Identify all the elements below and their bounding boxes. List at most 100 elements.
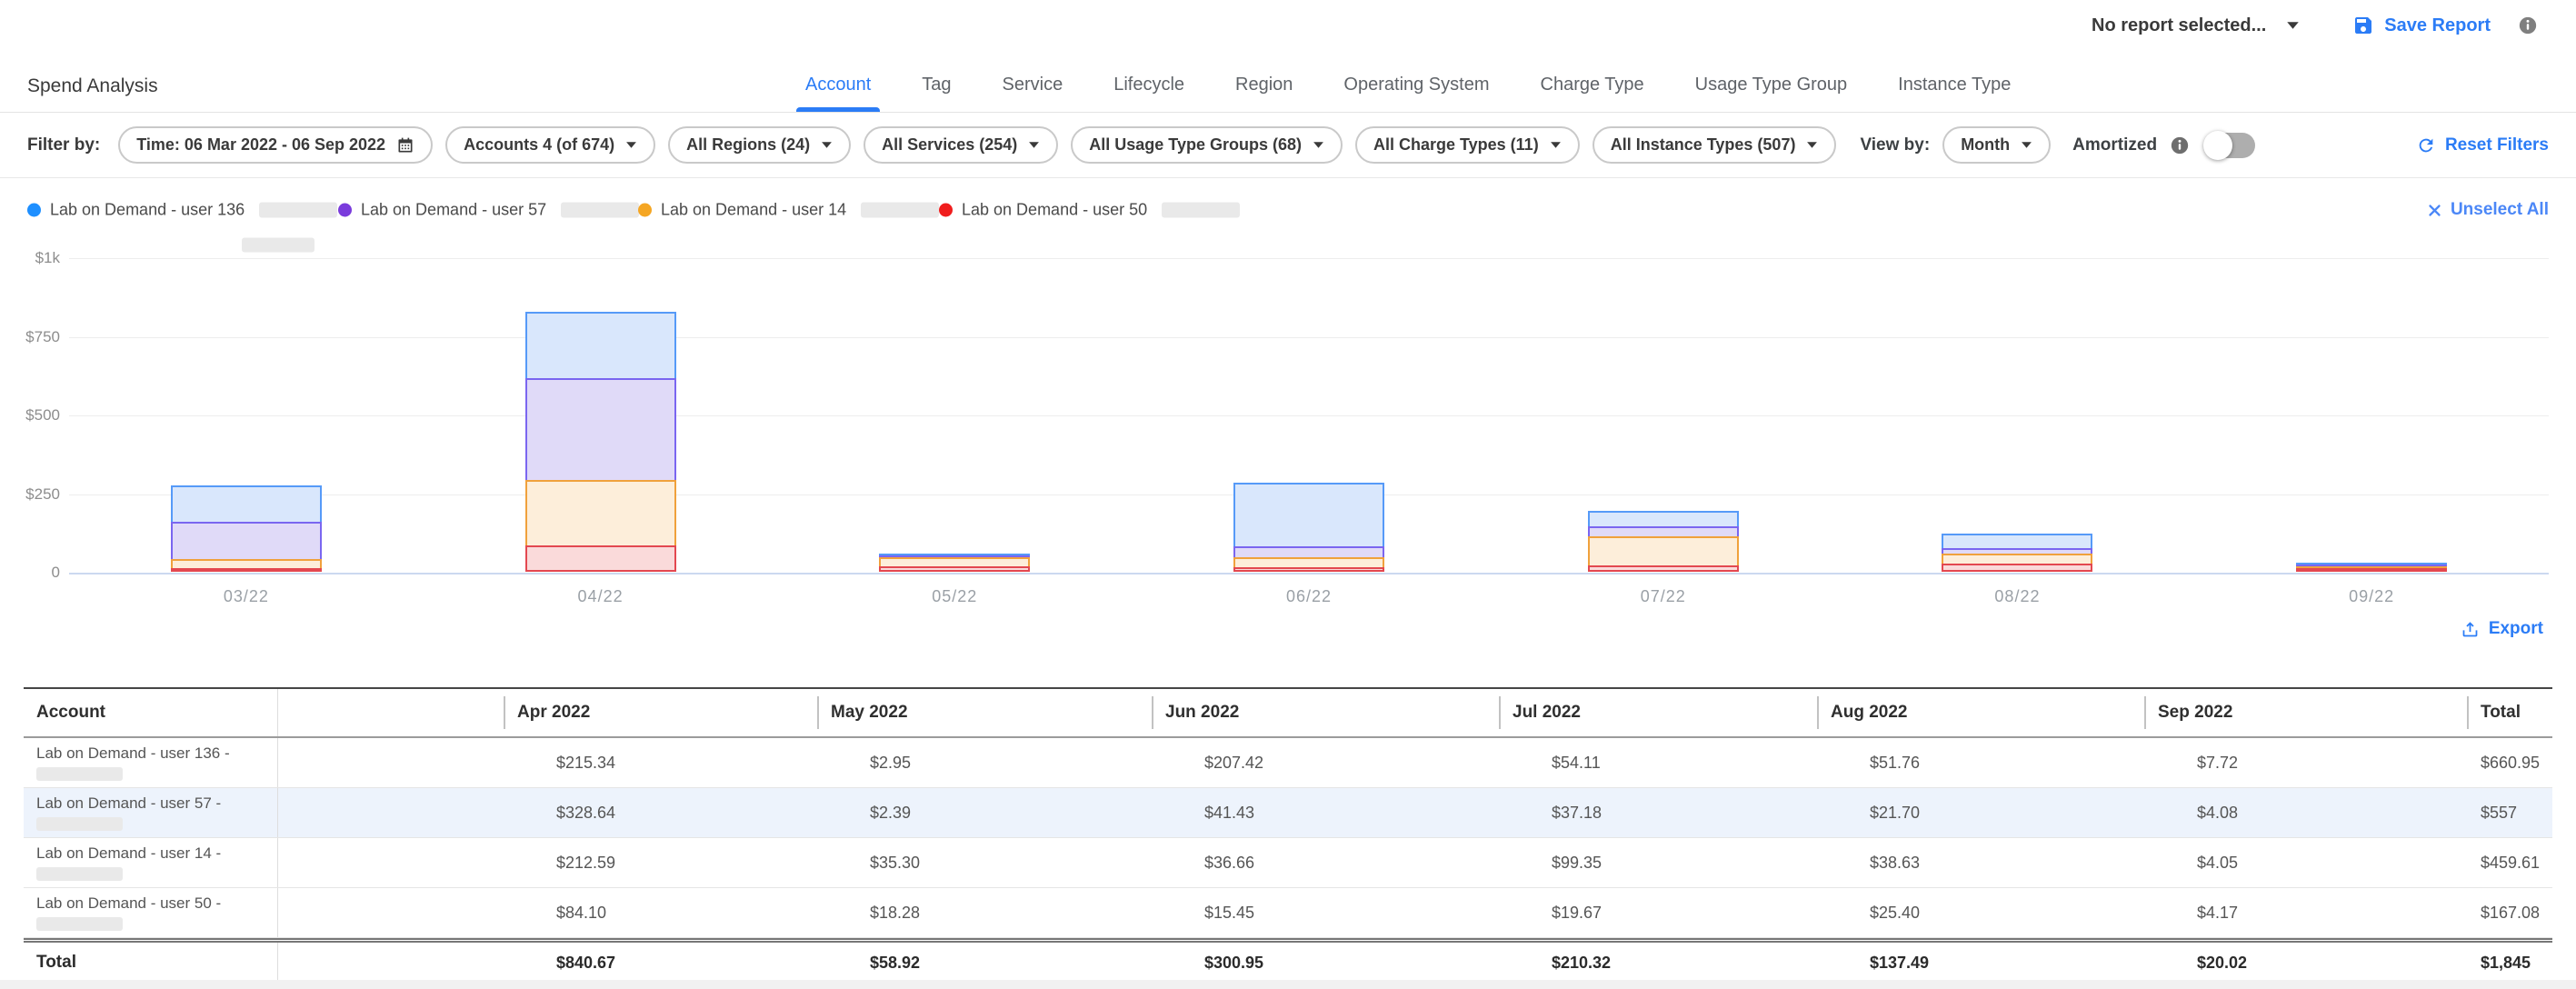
legend-item-lab-on-demand-user-57[interactable]: Lab on Demand - user 57	[338, 201, 639, 220]
account-name: Lab on Demand - user 14 -	[36, 844, 277, 863]
account-cell: Lab on Demand - user 136 -	[24, 738, 278, 787]
bar-segment-lab-on-demand-user-50[interactable]	[1233, 567, 1384, 572]
cell-apr-2022: $84.10	[504, 904, 817, 923]
legend-item-label: Lab on Demand - user 57	[361, 201, 546, 220]
bars-layer	[69, 258, 2549, 572]
reset-filters-label: Reset Filters	[2445, 135, 2549, 155]
bar-segment-lab-on-demand-user-50[interactable]	[1588, 565, 1739, 572]
bar-group-05-22	[777, 554, 1132, 572]
filter-pills: Time: 06 Mar 2022 - 06 Sep 2022 Accounts …	[118, 126, 1836, 164]
caret-down-icon	[625, 141, 637, 149]
bar-segment-lab-on-demand-user-57[interactable]	[171, 522, 322, 561]
bar-segment-lab-on-demand-user-50[interactable]	[1942, 564, 2092, 572]
account-cell: Lab on Demand - user 14 -	[24, 838, 278, 887]
col-header-total: Total	[2467, 703, 2552, 723]
cell-may-2022: $35.30	[817, 854, 1152, 873]
bar-segment-lab-on-demand-user-14[interactable]	[525, 480, 676, 547]
filter-pill-accounts[interactable]: Accounts 4 (of 674)	[445, 126, 655, 164]
bar-group-08-22	[1841, 534, 2195, 572]
bar-segment-lab-on-demand-user-136[interactable]	[171, 485, 322, 524]
redacted-text	[1162, 203, 1240, 218]
cell-total: $459.61	[2467, 854, 2552, 873]
filter-pill-label: All Charge Types (11)	[1373, 135, 1539, 155]
col-header-aug-2022: Aug 2022	[1817, 703, 2144, 723]
account-cell: Lab on Demand - user 50 -	[24, 888, 278, 937]
info-icon[interactable]	[2170, 135, 2190, 155]
col-header-may-2022: May 2022	[817, 703, 1152, 723]
export-button[interactable]: Export	[2461, 619, 2543, 639]
bar-segment-lab-on-demand-user-136[interactable]	[525, 312, 676, 380]
tab-charge-type[interactable]: Charge Type	[1539, 75, 1646, 112]
cell-jun-2022: $15.45	[1152, 904, 1499, 923]
table-row-lab-on-demand-user-136: Lab on Demand - user 136 -$215.34$2.95$2…	[24, 738, 2552, 788]
col-header-jun-2022: Jun 2022	[1152, 703, 1499, 723]
save-report-button[interactable]: Save Report	[2352, 15, 2491, 36]
tab-usage-type-group[interactable]: Usage Type Group	[1693, 75, 1850, 112]
col-header-account: Account	[24, 689, 278, 736]
redacted-text	[861, 203, 939, 218]
filter-pill-usage-type-groups[interactable]: All Usage Type Groups (68)	[1071, 126, 1343, 164]
filter-pill-label: Accounts 4 (of 674)	[464, 135, 614, 155]
cell-may-2022: $2.39	[817, 804, 1152, 823]
bar-group-06-22	[1132, 483, 1486, 572]
filter-pill-regions[interactable]: All Regions (24)	[668, 126, 851, 164]
tab-account[interactable]: Account	[804, 75, 873, 112]
bar-segment-lab-on-demand-user-50[interactable]	[879, 566, 1030, 572]
bar-segment-lab-on-demand-user-50[interactable]	[171, 568, 322, 572]
caret-down-icon	[1550, 141, 1562, 149]
caret-down-icon	[1028, 141, 1040, 149]
tab-region[interactable]: Region	[1233, 75, 1294, 112]
tab-tag[interactable]: Tag	[920, 75, 953, 112]
save-icon	[2352, 15, 2374, 36]
total-cell-may-2022: $58.92	[817, 954, 1152, 973]
table-body: Lab on Demand - user 136 -$215.34$2.95$2…	[24, 738, 2552, 938]
cell-jul-2022: $37.18	[1499, 804, 1817, 823]
bar-segment-lab-on-demand-user-50[interactable]	[2296, 568, 2447, 572]
chart-legend: Unselect All Lab on Demand - user 136 Lab…	[0, 178, 2576, 242]
total-cell-apr-2022: $840.67	[504, 954, 817, 973]
caret-down-icon	[1313, 141, 1324, 149]
cell-sep-2022: $4.17	[2144, 904, 2467, 923]
bar-segment-lab-on-demand-user-136[interactable]	[1233, 483, 1384, 548]
report-selector-dropdown[interactable]: No report selected...	[2092, 15, 2300, 36]
tab-service[interactable]: Service	[1001, 75, 1065, 112]
table-row-lab-on-demand-user-57: Lab on Demand - user 57 -$328.64$2.39$41…	[24, 788, 2552, 838]
redacted-text	[36, 817, 123, 831]
stacked-bar-03-22	[171, 485, 322, 572]
legend-item-lab-on-demand-user-14[interactable]: Lab on Demand - user 14	[638, 201, 939, 220]
export-icon	[2461, 620, 2480, 639]
legend-item-label: Lab on Demand - user 136	[50, 201, 245, 220]
total-cell-jun-2022: $300.95	[1152, 954, 1499, 973]
filter-pill-services[interactable]: All Services (254)	[864, 126, 1058, 164]
tab-operating-system[interactable]: Operating System	[1342, 75, 1491, 112]
account-name: Lab on Demand - user 57 -	[36, 794, 277, 813]
total-cell-sep-2022: $20.02	[2144, 954, 2467, 973]
filter-pill-charge-types[interactable]: All Charge Types (11)	[1355, 126, 1580, 164]
col-header-jul-2022: Jul 2022	[1499, 703, 1817, 723]
legend-item-lab-on-demand-user-136[interactable]: Lab on Demand - user 136	[27, 201, 337, 220]
table-row-lab-on-demand-user-14: Lab on Demand - user 14 -$212.59$35.30$3…	[24, 838, 2552, 888]
filter-pill-instance-types[interactable]: All Instance Types (507)	[1593, 126, 1837, 164]
bar-segment-lab-on-demand-user-14[interactable]	[1588, 536, 1739, 567]
bar-segment-lab-on-demand-user-50[interactable]	[525, 545, 676, 572]
view-by-dropdown[interactable]: Month	[1942, 126, 2051, 164]
filter-pill-time[interactable]: Time: 06 Mar 2022 - 06 Sep 2022	[118, 126, 433, 164]
bar-segment-lab-on-demand-user-57[interactable]	[525, 378, 676, 482]
info-icon[interactable]	[2518, 15, 2538, 35]
y-axis-tick: $1k	[25, 249, 60, 267]
unselect-all-button[interactable]: Unselect All	[2427, 200, 2549, 220]
legend-item-lab-on-demand-user-50[interactable]: Lab on Demand - user 50	[939, 201, 1240, 220]
x-axis-labels: 03/2204/2205/2206/2207/2208/2209/22	[69, 587, 2549, 606]
reset-filters-button[interactable]: Reset Filters	[2416, 135, 2549, 155]
x-axis-label-08-22: 08/22	[1841, 587, 2195, 606]
legend-color-dot	[27, 204, 41, 217]
y-axis-tick: $250	[25, 485, 60, 504]
calendar-icon	[396, 136, 414, 155]
tab-lifecycle[interactable]: Lifecycle	[1112, 75, 1186, 112]
cell-apr-2022: $212.59	[504, 854, 817, 873]
amortized-toggle[interactable]	[2204, 133, 2255, 158]
tab-instance-type[interactable]: Instance Type	[1896, 75, 2012, 112]
total-row-label: Total	[24, 943, 278, 983]
account-name: Lab on Demand - user 136 -	[36, 744, 277, 763]
x-axis-label-05-22: 05/22	[777, 587, 1132, 606]
